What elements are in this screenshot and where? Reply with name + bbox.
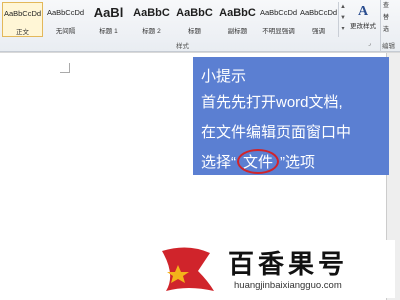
file-highlight-circle: 文件 (237, 149, 280, 174)
select-button[interactable]: 选 (381, 24, 400, 36)
style-title[interactable]: AaBbC 标题 (174, 2, 215, 37)
dialog-launcher-icon[interactable]: ⌟ (368, 40, 371, 47)
tip-line: 选择“ 文件 ”选项 (201, 149, 315, 174)
style-gallery-scroll[interactable]: ▲ ▼ ▾ (338, 2, 347, 37)
style-name: 正文 (16, 29, 29, 36)
style-name: 副标题 (227, 28, 248, 35)
style-emphasis[interactable]: AaBbCcDd 强调 (298, 2, 339, 37)
scroll-down-icon[interactable]: ▼ (339, 13, 347, 24)
style-name: 标题 1 (99, 28, 118, 35)
styles-group-label: 样式 (176, 43, 189, 50)
tip-text: 选择“ (201, 154, 236, 171)
style-preview: AaBbC (133, 7, 170, 19)
style-name: 强调 (312, 28, 325, 35)
style-preview: AaBbC (176, 7, 213, 19)
tip-line: 在文件编辑页面窗口中 (201, 124, 352, 141)
tip-title: 小提示 (201, 68, 247, 85)
style-preview: AaBbCcDd (3, 9, 42, 18)
scroll-up-icon[interactable]: ▲ (339, 2, 347, 13)
style-subtitle[interactable]: AaBbC 副标题 (217, 2, 258, 37)
style-subtle-emphasis[interactable]: AaBbCcDd 不明显强调 (258, 2, 299, 37)
ribbon: AaBbCcDd 正文 AaBbCcDd 无间隔 AaBl 标题 1 AaBbC… (0, 0, 400, 52)
watermark-title: 百香果号 (228, 249, 349, 279)
editing-group-label: 编辑 (382, 43, 395, 50)
change-style-button[interactable]: A 更改样式 (348, 2, 378, 42)
style-preview: AaBbCcDd (299, 8, 338, 17)
change-style-label: 更改样式 (350, 23, 376, 30)
page-margin-corner (60, 63, 70, 73)
change-style-icon: A (357, 4, 369, 19)
tip-text: ”选项 (280, 154, 316, 171)
style-preview: AaBl (93, 5, 124, 20)
style-heading-2[interactable]: AaBbC 标题 2 (131, 2, 172, 37)
find-button[interactable]: 查 (381, 0, 400, 12)
style-name: 标题 (188, 28, 201, 35)
tip-box: 小提示 首先先打开word文档, 在文件编辑页面窗口中 选择“ 文件 ”选项 (193, 57, 389, 175)
tip-line: 首先先打开word文档, (201, 94, 343, 111)
style-preview: AaBbCcDd (259, 8, 298, 17)
watermark-banner: 百香果号 huangjinbaixiangguo.com (150, 240, 395, 298)
style-no-spacing[interactable]: AaBbCcDd 无间隔 (45, 2, 86, 37)
logo-icon (162, 247, 214, 291)
more-styles-icon[interactable]: ▾ (339, 24, 347, 35)
style-name: 标题 2 (142, 28, 161, 35)
style-heading-1[interactable]: AaBl 标题 1 (88, 2, 129, 37)
style-normal[interactable]: AaBbCcDd 正文 (2, 2, 43, 37)
style-name: 不明显强调 (262, 28, 295, 35)
style-name: 无间隔 (55, 28, 76, 35)
replace-button[interactable]: 替 (381, 12, 400, 24)
watermark-url: huangjinbaixiangguo.com (234, 280, 342, 291)
style-preview: AaBbC (219, 7, 256, 19)
style-preview: AaBbCcDd (46, 8, 85, 17)
